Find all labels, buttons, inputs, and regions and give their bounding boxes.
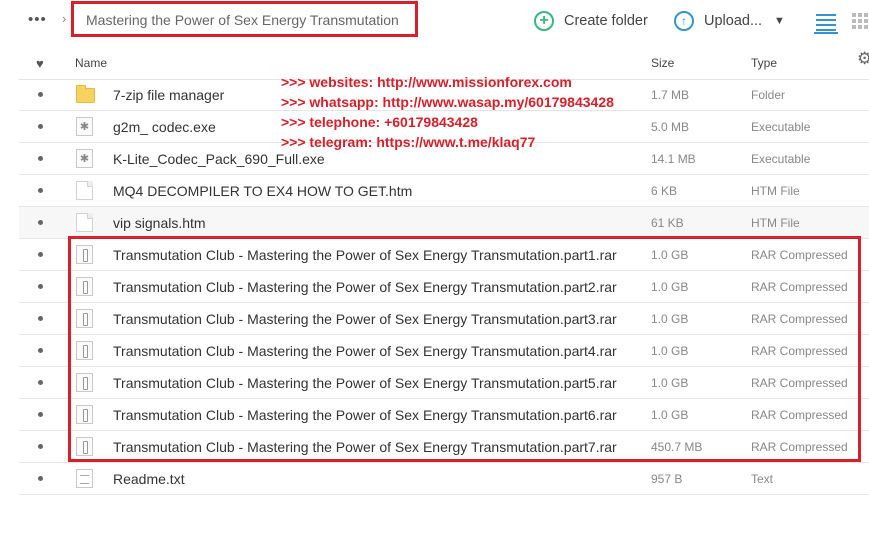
file-size: 1.0 GB xyxy=(651,248,689,262)
executable-icon: ✱ xyxy=(76,149,93,168)
row-bullet-icon[interactable] xyxy=(38,124,43,129)
watermark-overlay: >>> websites: http://www.missionforex.co… xyxy=(281,72,614,152)
text-file-icon xyxy=(76,469,93,488)
file-row[interactable]: Transmutation Club - Mastering the Power… xyxy=(19,335,869,367)
more-options-icon[interactable]: ••• xyxy=(28,10,50,30)
file-type: HTM File xyxy=(751,216,800,230)
list-view-icon[interactable] xyxy=(814,11,838,34)
file-size: 5.0 MB xyxy=(651,120,690,134)
upload-button[interactable]: ↑ Upload... ▼ xyxy=(674,8,785,34)
file-type: RAR Compressed xyxy=(751,344,848,358)
column-header-type[interactable]: Type xyxy=(751,56,777,70)
watermark-line: >>> telegram: https://www.t.me/klaq77 xyxy=(281,134,536,150)
file-name[interactable]: Transmutation Club - Mastering the Power… xyxy=(113,375,617,391)
file-name[interactable]: vip signals.htm xyxy=(113,215,206,231)
executable-icon: ✱ xyxy=(76,117,93,136)
file-type: Executable xyxy=(751,120,811,134)
row-bullet-icon[interactable] xyxy=(38,380,43,385)
row-bullet-icon[interactable] xyxy=(38,348,43,353)
folder-icon xyxy=(76,85,95,103)
file-size: 957 B xyxy=(651,472,683,486)
row-bullet-icon[interactable] xyxy=(38,188,43,193)
file-name[interactable]: 7-zip file manager xyxy=(113,87,224,103)
file-name[interactable]: Transmutation Club - Mastering the Power… xyxy=(113,247,617,263)
file-size: 6 KB xyxy=(651,184,678,198)
row-bullet-icon[interactable] xyxy=(38,316,43,321)
file-row[interactable]: Transmutation Club - Mastering the Power… xyxy=(19,303,869,335)
archive-icon xyxy=(76,245,93,264)
favorite-heart-icon[interactable]: ♥ xyxy=(36,56,44,71)
watermark-line: >>> telephone: +60179843428 xyxy=(281,114,478,130)
row-bullet-icon[interactable] xyxy=(38,92,43,97)
file-name[interactable]: Transmutation Club - Mastering the Power… xyxy=(113,279,617,295)
document-icon xyxy=(76,213,93,232)
file-type: Folder xyxy=(751,88,786,102)
file-row[interactable]: Transmutation Club - Mastering the Power… xyxy=(19,399,869,431)
row-bullet-icon[interactable] xyxy=(38,444,43,449)
file-size: 450.7 MB xyxy=(651,440,703,454)
upload-arrow-icon: ↑ xyxy=(674,11,694,31)
file-name[interactable]: Transmutation Club - Mastering the Power… xyxy=(113,311,617,327)
file-type: RAR Compressed xyxy=(751,280,848,294)
file-name[interactable]: Readme.txt xyxy=(113,471,185,487)
file-name[interactable]: g2m_ codec.exe xyxy=(113,119,216,135)
create-folder-label: Create folder xyxy=(564,13,648,29)
watermark-line: >>> websites: http://www.missionforex.co… xyxy=(281,74,572,90)
file-name[interactable]: Transmutation Club - Mastering the Power… xyxy=(113,407,617,423)
file-row[interactable]: vip signals.htm 61 KB HTM File xyxy=(19,207,869,239)
toolbar: ••• › + Create folder ↑ Upload... ▼ xyxy=(0,0,869,44)
file-type: Executable xyxy=(751,152,811,166)
file-size: 1.0 GB xyxy=(651,312,689,326)
row-bullet-icon[interactable] xyxy=(38,220,43,225)
file-size: 1.0 GB xyxy=(651,376,689,390)
folder-path-input[interactable] xyxy=(86,12,406,28)
document-icon xyxy=(76,181,93,200)
archive-icon xyxy=(76,309,93,328)
gear-icon[interactable]: ⚙ xyxy=(857,49,869,69)
file-type: HTM File xyxy=(751,184,800,198)
file-size: 14.1 MB xyxy=(651,152,696,166)
chevron-down-icon[interactable]: ▼ xyxy=(774,15,785,27)
file-row[interactable]: Transmutation Club - Mastering the Power… xyxy=(19,431,869,463)
plus-circle-icon: + xyxy=(534,11,554,31)
file-size: 61 KB xyxy=(651,216,684,230)
file-row[interactable]: Readme.txt 957 B Text xyxy=(19,463,869,495)
file-row[interactable]: Transmutation Club - Mastering the Power… xyxy=(19,367,869,399)
column-header-name[interactable]: Name xyxy=(75,56,107,70)
file-name[interactable]: Transmutation Club - Mastering the Power… xyxy=(113,343,617,359)
file-type: RAR Compressed xyxy=(751,312,848,326)
file-row[interactable]: Transmutation Club - Mastering the Power… xyxy=(19,239,869,271)
row-bullet-icon[interactable] xyxy=(38,284,43,289)
row-bullet-icon[interactable] xyxy=(38,156,43,161)
grid-view-icon[interactable] xyxy=(852,13,869,29)
upload-label: Upload... xyxy=(704,13,763,29)
archive-icon xyxy=(76,405,93,424)
column-header-size[interactable]: Size xyxy=(651,56,674,70)
file-type: RAR Compressed xyxy=(751,440,848,454)
file-type: RAR Compressed xyxy=(751,376,848,390)
file-name[interactable]: Transmutation Club - Mastering the Power… xyxy=(113,439,617,455)
create-folder-button[interactable]: + Create folder xyxy=(534,8,648,34)
watermark-line: >>> whatsapp: http://www.wasap.my/601798… xyxy=(281,94,614,110)
file-type: RAR Compressed xyxy=(751,248,848,262)
archive-icon xyxy=(76,373,93,392)
file-name[interactable]: MQ4 DECOMPILER TO EX4 HOW TO GET.htm xyxy=(113,183,412,199)
row-bullet-icon[interactable] xyxy=(38,412,43,417)
breadcrumb-separator-icon: › xyxy=(62,11,67,26)
archive-icon xyxy=(76,341,93,360)
file-size: 1.0 GB xyxy=(651,408,689,422)
file-size: 1.0 GB xyxy=(651,280,689,294)
path-field-frame xyxy=(71,1,418,37)
row-bullet-icon[interactable] xyxy=(38,476,43,481)
file-row[interactable]: Transmutation Club - Mastering the Power… xyxy=(19,271,869,303)
archive-icon xyxy=(76,277,93,296)
archive-icon xyxy=(76,437,93,456)
file-size: 1.0 GB xyxy=(651,344,689,358)
file-size: 1.7 MB xyxy=(651,88,690,102)
row-bullet-icon[interactable] xyxy=(38,252,43,257)
file-row[interactable]: MQ4 DECOMPILER TO EX4 HOW TO GET.htm 6 KB… xyxy=(19,175,869,207)
file-type: RAR Compressed xyxy=(751,408,848,422)
file-type: Text xyxy=(751,472,774,486)
file-name[interactable]: K-Lite_Codec_Pack_690_Full.exe xyxy=(113,151,325,167)
